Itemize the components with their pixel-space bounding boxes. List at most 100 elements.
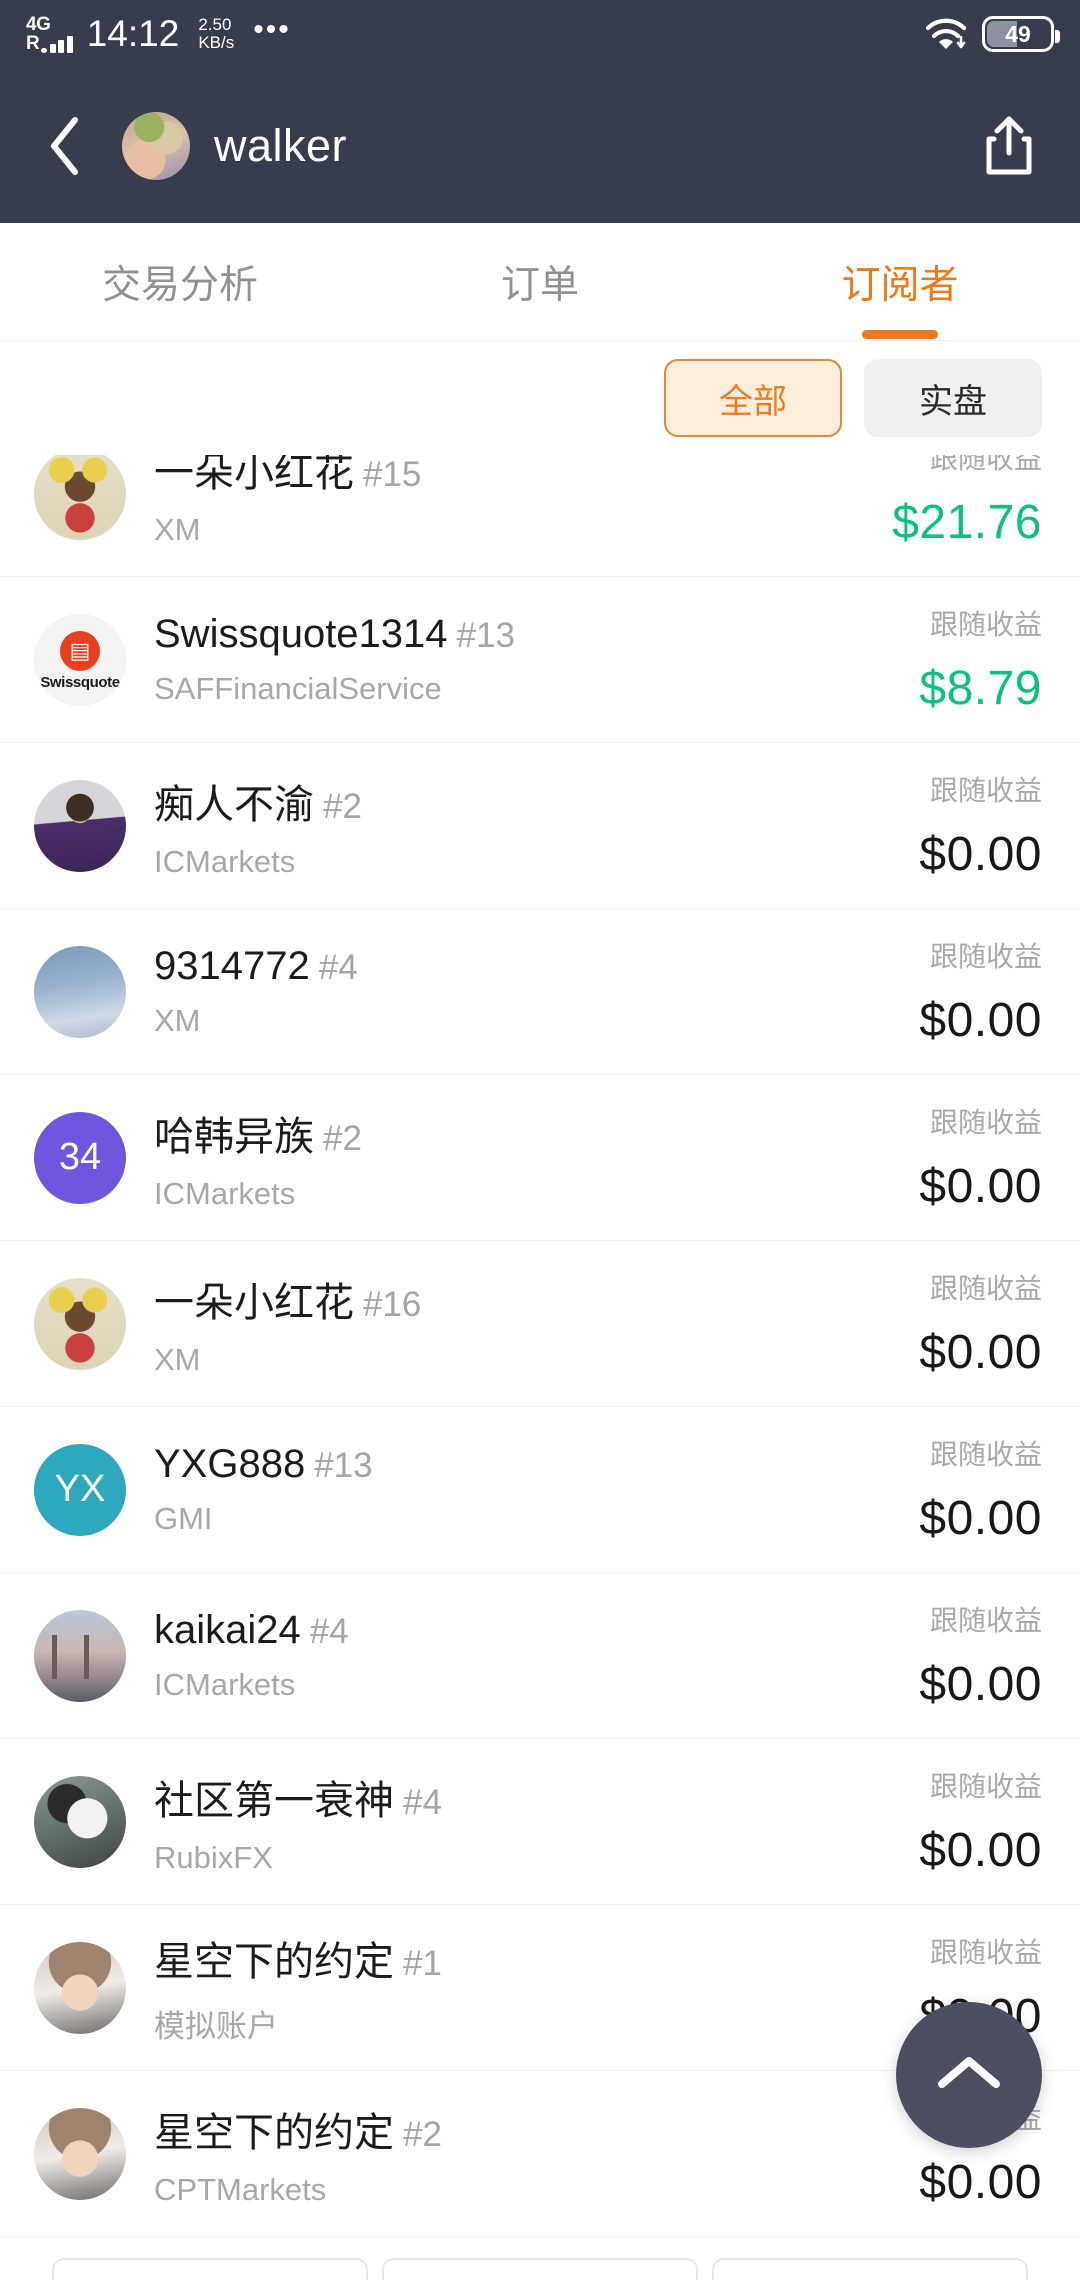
profit-value: $21.76 bbox=[892, 496, 1042, 549]
app-screen: 4G R 14:12 2.50 KB/s ••• 49 walker 交易分析 … bbox=[0, 0, 1080, 2280]
subscriber-broker: ICMarkets bbox=[154, 843, 296, 879]
navigation-bar: walker bbox=[0, 68, 1080, 223]
profit-caption: 跟随收益 bbox=[929, 1107, 1042, 1138]
subscriber-row[interactable]: ▤ Swissquote Swissquote1314 #13 SAFFinancial… bbox=[0, 577, 1080, 743]
scroll-to-top-button[interactable] bbox=[896, 2002, 1042, 2148]
subscriber-index: #16 bbox=[363, 1284, 422, 1324]
subscriber-profit: 跟随收益 $21.76 bbox=[792, 455, 1042, 550]
subscriber-row[interactable]: 一朵小红花 #15 XM 跟随收益 $21.76 bbox=[0, 455, 1080, 577]
subscriber-name: 痴人不渝 bbox=[154, 782, 314, 827]
subscriber-broker: XM bbox=[154, 511, 201, 547]
subscriber-list-inner: 一朵小红花 #15 XM 跟随收益 $21.76 ▤ Swissquote Swissquot… bbox=[0, 455, 1080, 2237]
network-speed-value: 2.50 bbox=[198, 15, 232, 35]
roaming-label: R bbox=[26, 33, 40, 54]
subscriber-profit: 跟随收益 $0.00 bbox=[792, 935, 1042, 1048]
bottom-action-button-1[interactable] bbox=[52, 2258, 368, 2280]
subscriber-index: #13 bbox=[456, 616, 515, 655]
profit-value: $0.00 bbox=[919, 1326, 1042, 1379]
subscriber-index: #4 bbox=[318, 948, 358, 987]
subscriber-row[interactable]: 9314772 #4 XM 跟随收益 $0.00 bbox=[0, 909, 1080, 1075]
subscriber-name: Swissquote1314 bbox=[154, 612, 448, 656]
profit-value: $0.00 bbox=[919, 1824, 1042, 1877]
swissquote-logo-icon: ▤ bbox=[60, 630, 100, 671]
subscriber-index: #4 bbox=[309, 1612, 349, 1651]
subscriber-name-row: 星空下的约定 #2 bbox=[154, 2100, 792, 2158]
subscriber-avatar: 34 bbox=[34, 1111, 126, 1204]
subscriber-row[interactable]: 一朵小红花 #16 XM 跟随收益 $0.00 bbox=[0, 1241, 1080, 1407]
subscriber-name: 星空下的约定 bbox=[154, 2110, 394, 2155]
wifi-icon bbox=[925, 17, 967, 51]
subscriber-avatar: ▤ Swissquote bbox=[34, 613, 126, 706]
subscriber-row[interactable]: kaikai24 #4 ICMarkets 跟随收益 $0.00 bbox=[0, 1573, 1080, 1739]
signal-bars-icon bbox=[41, 36, 73, 53]
subscriber-row[interactable]: 社区第一衰神 #4 RubixFX 跟随收益 $0.00 bbox=[0, 1739, 1080, 1905]
network-speed: 2.50 KB/s bbox=[198, 16, 234, 52]
profit-caption: 跟随收益 bbox=[929, 1273, 1042, 1304]
subscriber-avatar bbox=[34, 945, 126, 1038]
subscriber-name: 星空下的约定 bbox=[154, 1940, 394, 1984]
battery-level-label: 49 bbox=[1005, 20, 1031, 47]
profit-caption: 跟随收益 bbox=[929, 775, 1042, 806]
subscriber-profit: 跟随收益 $0.00 bbox=[792, 1433, 1042, 1546]
back-button[interactable] bbox=[34, 106, 96, 186]
profit-value: $0.00 bbox=[919, 1160, 1042, 1213]
subscriber-info: 9314772 #4 XM bbox=[154, 944, 792, 1039]
subscriber-index: #1 bbox=[403, 1944, 442, 1983]
subscriber-index: #2 bbox=[403, 2114, 442, 2154]
subscriber-row[interactable]: YX YXG888 #13 GMI 跟随收益 $0.00 bbox=[0, 1407, 1080, 1573]
subscriber-profit: 跟随收益 $0.00 bbox=[792, 1267, 1042, 1380]
cellular-signal-icon: 4G R bbox=[26, 15, 73, 53]
profit-caption: 跟随收益 bbox=[929, 455, 1042, 474]
status-clock: 14:12 bbox=[86, 13, 180, 54]
subscriber-info: Swissquote1314 #13 SAFFinancialService bbox=[154, 612, 792, 707]
subscriber-avatar bbox=[34, 455, 126, 540]
bottom-action-button-3[interactable] bbox=[712, 2258, 1028, 2280]
filter-chip-label: 全部 bbox=[719, 382, 787, 421]
subscriber-name-row: 社区第一衰神 #4 bbox=[154, 1768, 792, 1826]
tab-orders[interactable]: 订单 bbox=[360, 223, 720, 340]
subscriber-name: 社区第一衰神 bbox=[154, 1778, 394, 1823]
filter-chip-label: 实盘 bbox=[919, 382, 987, 421]
subscriber-info: 痴人不渝 #2 ICMarkets bbox=[154, 772, 792, 880]
tab-label: 交易分析 bbox=[101, 263, 258, 307]
subscriber-name: 一朵小红花 bbox=[154, 1280, 354, 1325]
subscriber-info: YXG888 #13 GMI bbox=[154, 1442, 792, 1537]
subscriber-broker: 模拟账户 bbox=[154, 2009, 278, 2044]
status-bar: 4G R 14:12 2.50 KB/s ••• 49 bbox=[0, 0, 1080, 68]
avatar-initials: Swissquote bbox=[40, 673, 120, 691]
subscriber-row[interactable]: 34 哈韩异族 #2 ICMarkets 跟随收益 $0.00 bbox=[0, 1075, 1080, 1241]
subscriber-index: #15 bbox=[363, 455, 422, 494]
subscriber-broker: SAFFinancialService bbox=[154, 671, 442, 706]
subscriber-info: 社区第一衰神 #4 RubixFX bbox=[154, 1768, 792, 1876]
subscriber-info: 哈韩异族 #2 ICMarkets bbox=[154, 1104, 792, 1212]
header-avatar[interactable] bbox=[122, 111, 190, 180]
subscriber-list[interactable]: 一朵小红花 #15 XM 跟随收益 $21.76 ▤ Swissquote Swissquot… bbox=[0, 455, 1080, 2280]
subscriber-name: kaikai24 bbox=[154, 1608, 301, 1652]
subscriber-info: 一朵小红花 #16 XM bbox=[154, 1270, 792, 1378]
subscriber-name-row: 痴人不渝 #2 bbox=[154, 772, 792, 830]
filter-chip-all[interactable]: 全部 bbox=[664, 359, 842, 437]
subscriber-broker: ICMarkets bbox=[154, 1175, 296, 1211]
profit-value: $0.00 bbox=[919, 828, 1042, 881]
bottom-action-bar bbox=[0, 2258, 1080, 2280]
subscriber-index: #13 bbox=[314, 1446, 373, 1485]
filter-chip-live[interactable]: 实盘 bbox=[864, 359, 1042, 437]
bottom-action-button-2[interactable] bbox=[382, 2258, 698, 2280]
network-type-label: 4G bbox=[26, 14, 51, 35]
status-bar-left: 4G R 14:12 2.50 KB/s ••• bbox=[26, 13, 291, 55]
network-speed-unit: KB/s bbox=[198, 33, 235, 52]
share-button[interactable] bbox=[972, 104, 1046, 188]
tab-subscribers[interactable]: 订阅者 bbox=[720, 223, 1080, 340]
status-bar-right: 49 bbox=[925, 16, 1060, 52]
subscriber-name-row: 9314772 #4 bbox=[154, 944, 792, 989]
tab-label: 订阅者 bbox=[841, 263, 959, 307]
tab-trade-analysis[interactable]: 交易分析 bbox=[0, 223, 360, 340]
subscriber-name: 9314772 bbox=[154, 944, 310, 988]
battery-icon: 49 bbox=[982, 16, 1060, 52]
subscriber-index: #2 bbox=[323, 786, 362, 826]
subscriber-row[interactable]: 痴人不渝 #2 ICMarkets 跟随收益 $0.00 bbox=[0, 743, 1080, 909]
subscriber-avatar: YX bbox=[34, 1443, 126, 1536]
subscriber-name-row: 星空下的约定 #1 bbox=[154, 1929, 792, 1987]
subscriber-info: kaikai24 #4 ICMarkets bbox=[154, 1608, 792, 1703]
subscriber-avatar bbox=[34, 2107, 126, 2200]
